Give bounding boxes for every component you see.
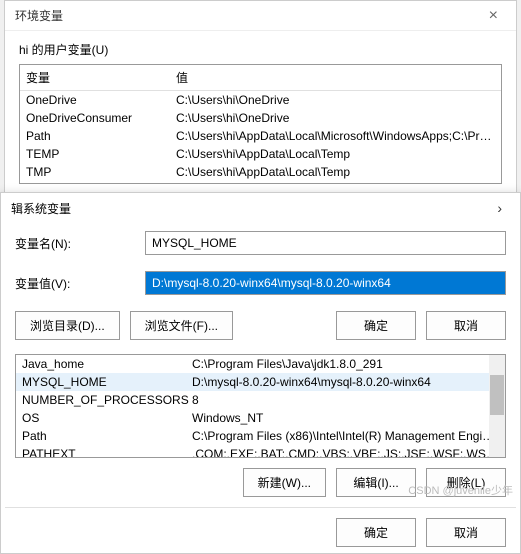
- var-name: NUMBER_OF_PROCESSORS: [22, 393, 192, 407]
- edit-dialog-titlebar: 辑系统变量 ›: [1, 193, 520, 223]
- var-name: Java_home: [22, 357, 192, 371]
- table-row[interactable]: PathC:\Users\hi\AppData\Local\Microsoft\…: [20, 127, 501, 145]
- var-value: .COM;.EXE;.BAT;.CMD;.VBS;.VBE;.JS;.JSE;.…: [192, 447, 499, 458]
- var-name: PATHEXT: [22, 447, 192, 458]
- table-header: 变量 值: [20, 65, 501, 91]
- main-cancel-button[interactable]: 取消: [426, 518, 506, 547]
- table-row[interactable]: OneDriveConsumerC:\Users\hi\OneDrive: [20, 109, 501, 127]
- titlebar: 环境变量 ×: [5, 1, 516, 31]
- browse-file-button[interactable]: 浏览文件(F)...: [130, 311, 233, 340]
- var-value: C:\Users\hi\AppData\Local\Temp: [176, 165, 495, 179]
- var-value-row: 变量值(V):: [1, 263, 520, 303]
- var-name-row: 变量名(N):: [1, 223, 520, 263]
- var-value: D:\mysql-8.0.20-winx64\mysql-8.0.20-winx…: [192, 375, 499, 389]
- ok-button[interactable]: 确定: [336, 311, 416, 340]
- var-name: Path: [22, 429, 192, 443]
- var-name: OneDriveConsumer: [26, 111, 176, 125]
- new-button[interactable]: 新建(W)...: [243, 468, 326, 497]
- main-buttons: 确定 取消: [1, 508, 520, 553]
- var-value-input[interactable]: [145, 271, 506, 295]
- table-row[interactable]: TMPC:\Users\hi\AppData\Local\Temp: [20, 163, 501, 181]
- var-value: C:\Program Files\Java\jdk1.8.0_291: [192, 357, 499, 371]
- table-row[interactable]: OneDriveC:\Users\hi\OneDrive: [20, 91, 501, 109]
- var-name: OneDrive: [26, 93, 176, 107]
- close-icon[interactable]: ×: [481, 7, 506, 25]
- cancel-button[interactable]: 取消: [426, 311, 506, 340]
- var-name-input[interactable]: [145, 231, 506, 255]
- scrollbar[interactable]: [489, 355, 505, 457]
- browse-dir-button[interactable]: 浏览目录(D)...: [15, 311, 120, 340]
- var-value: C:\Users\hi\OneDrive: [176, 93, 495, 107]
- system-vars-table[interactable]: Java_homeC:\Program Files\Java\jdk1.8.0_…: [15, 354, 506, 458]
- table-row[interactable]: TEMPC:\Users\hi\AppData\Local\Temp: [20, 145, 501, 163]
- table-row[interactable]: Java_homeC:\Program Files\Java\jdk1.8.0_…: [16, 355, 505, 373]
- var-name-label: 变量名(N):: [15, 235, 145, 252]
- table-row[interactable]: MYSQL_HOMED:\mysql-8.0.20-winx64\mysql-8…: [16, 373, 505, 391]
- user-vars-label: hi 的用户变量(U): [5, 31, 516, 64]
- var-name: TEMP: [26, 147, 176, 161]
- edit-button[interactable]: 编辑(I)...: [336, 468, 416, 497]
- table-row[interactable]: PathC:\Program Files (x86)\Intel\Intel(R…: [16, 427, 505, 445]
- var-value-label: 变量值(V):: [15, 275, 145, 292]
- var-name: OS: [22, 411, 192, 425]
- col-header-name: 变量: [26, 69, 176, 86]
- main-ok-button[interactable]: 确定: [336, 518, 416, 547]
- user-vars-table[interactable]: 变量 值 OneDriveC:\Users\hi\OneDriveOneDriv…: [19, 64, 502, 184]
- var-value: 8: [192, 393, 499, 407]
- edit-dialog-title: 辑系统变量: [11, 200, 71, 217]
- table-row[interactable]: PATHEXT.COM;.EXE;.BAT;.CMD;.VBS;.VBE;.JS…: [16, 445, 505, 458]
- col-header-value: 值: [176, 69, 495, 86]
- var-value: C:\Users\hi\AppData\Local\Microsoft\Wind…: [176, 129, 495, 143]
- var-value: C:\Program Files (x86)\Intel\Intel(R) Ma…: [192, 429, 499, 443]
- var-name: MYSQL_HOME: [22, 375, 192, 389]
- var-value: Windows_NT: [192, 411, 499, 425]
- table-row[interactable]: NUMBER_OF_PROCESSORS8: [16, 391, 505, 409]
- window-title: 环境变量: [15, 7, 63, 24]
- watermark: CSDN @juvenile少年: [408, 482, 513, 498]
- chevron-right-icon[interactable]: ›: [489, 200, 510, 216]
- var-name: Path: [26, 129, 176, 143]
- edit-dialog-buttons: 浏览目录(D)... 浏览文件(F)... 确定 取消: [1, 303, 520, 348]
- var-name: TMP: [26, 165, 176, 179]
- table-row[interactable]: OSWindows_NT: [16, 409, 505, 427]
- var-value: C:\Users\hi\OneDrive: [176, 111, 495, 125]
- var-value: C:\Users\hi\AppData\Local\Temp: [176, 147, 495, 161]
